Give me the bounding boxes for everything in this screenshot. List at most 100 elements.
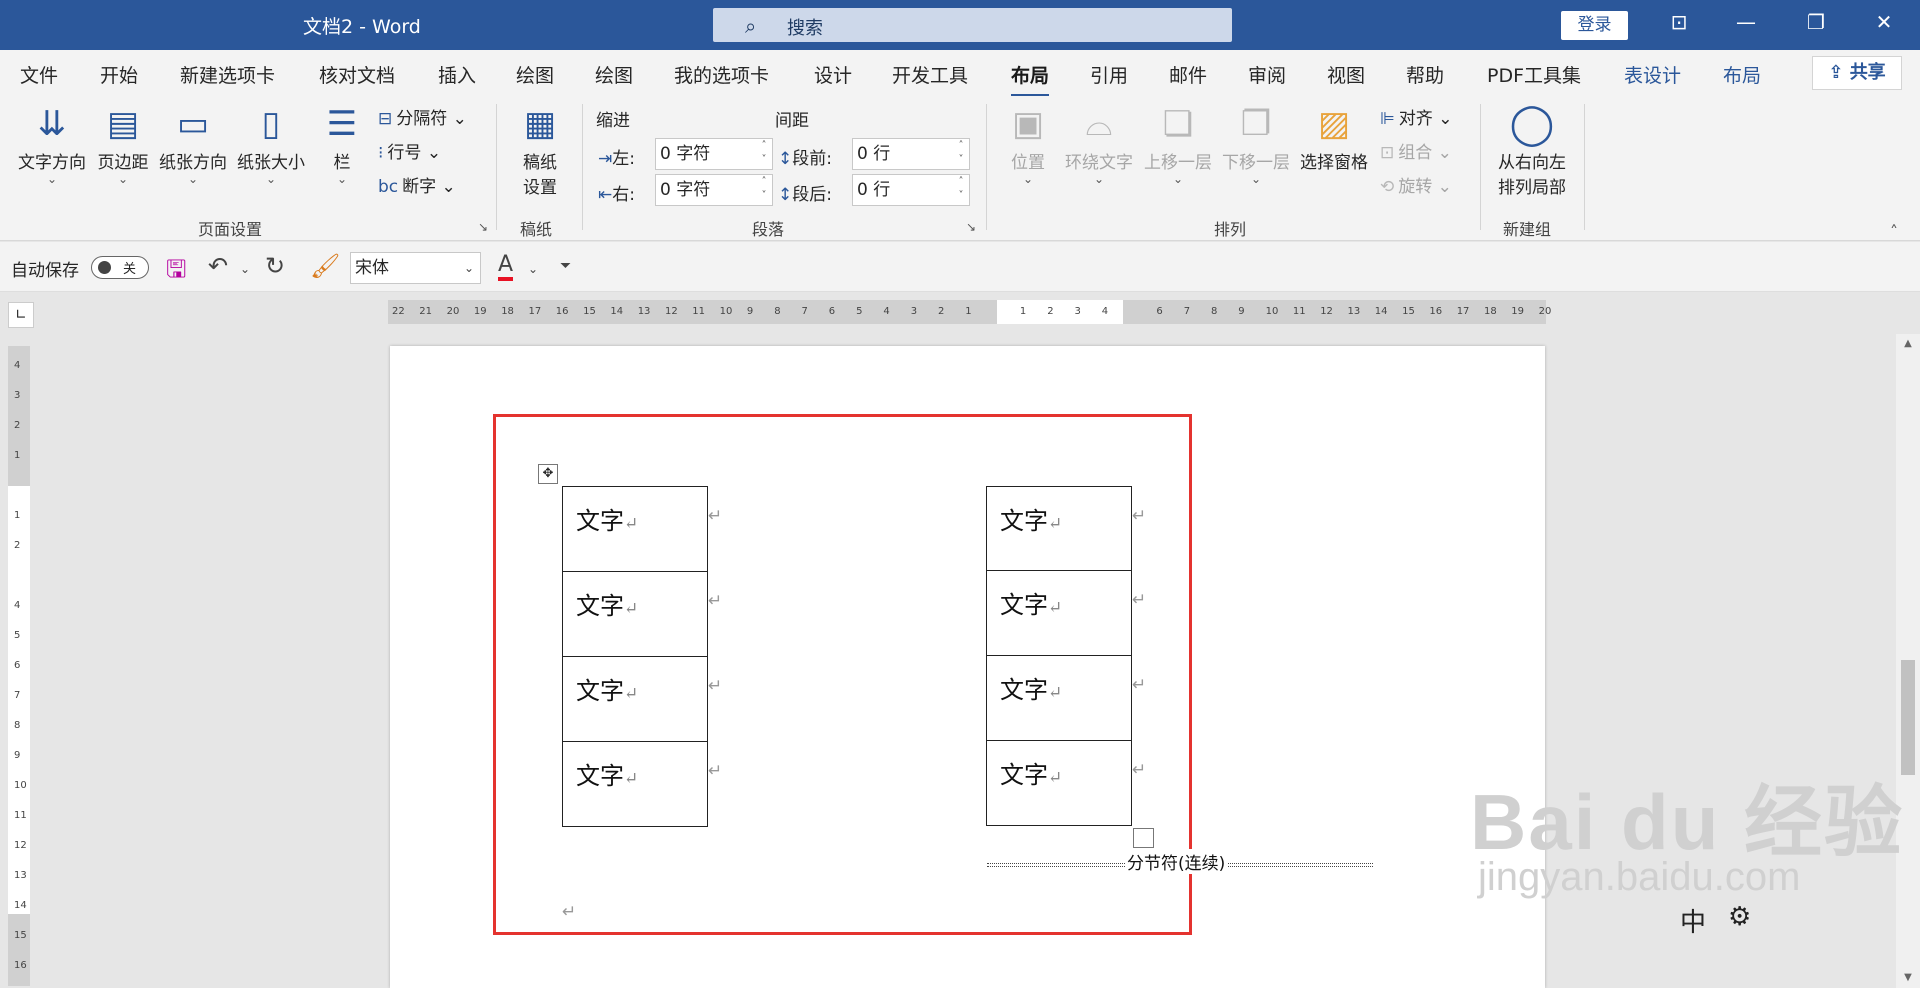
- format-painter-icon[interactable]: 🖌: [310, 252, 340, 280]
- table-cell[interactable]: 文字↵: [562, 741, 708, 827]
- tab-table-design[interactable]: 表设计: [1624, 61, 1681, 88]
- paragraph-launcher-icon[interactable]: ↘: [966, 220, 976, 234]
- table-resize-handle[interactable]: [1133, 828, 1154, 848]
- tab-developer[interactable]: 开发工具: [892, 61, 968, 88]
- breaks-button[interactable]: ⊟ 分隔符 ⌄: [378, 104, 467, 129]
- font-color-button[interactable]: A: [498, 252, 514, 281]
- tab-file[interactable]: 文件: [20, 61, 58, 88]
- tab-selector-icon[interactable]: ∟: [8, 302, 34, 328]
- tab-review[interactable]: 审阅: [1248, 61, 1286, 88]
- login-button[interactable]: 登录: [1561, 11, 1628, 40]
- tab-new[interactable]: 新建选项卡: [180, 61, 275, 88]
- spinner-icon[interactable]: ˄ ˅: [758, 139, 770, 167]
- scroll-thumb[interactable]: [1901, 660, 1915, 775]
- restore-icon[interactable]: ❐: [1800, 10, 1832, 40]
- wrap-text-icon: ⌓: [1085, 104, 1113, 144]
- align-label: 对齐: [1398, 109, 1433, 129]
- tab-proofing[interactable]: 核对文档: [319, 61, 395, 88]
- table-cell[interactable]: 文字↵: [986, 570, 1132, 656]
- columns-button[interactable]: ☰ 栏 ⌄: [320, 104, 364, 185]
- collapse-ribbon-icon[interactable]: ˄: [1890, 222, 1898, 241]
- chevron-down-icon[interactable]: ⌄: [528, 262, 538, 276]
- table-cell[interactable]: 文字↵: [562, 656, 708, 742]
- tab-draw-2[interactable]: 绘图: [595, 61, 633, 88]
- line-numbers-icon: ⁝: [378, 143, 384, 163]
- rtl-arrange-button[interactable]: ◯ 从右向左 排列局部: [1490, 104, 1574, 198]
- tab-layout[interactable]: 布局: [1011, 61, 1050, 97]
- table-cell[interactable]: 文字↵: [562, 486, 708, 572]
- table-cell[interactable]: 文字↵: [986, 740, 1132, 826]
- hyphenation-button[interactable]: bc 断字 ⌄: [378, 172, 456, 197]
- ime-mode[interactable]: 中: [1680, 902, 1706, 939]
- gear-icon[interactable]: ⚙: [1728, 902, 1751, 932]
- search-box[interactable]: ⌕ 搜索: [713, 8, 1232, 42]
- row-end-mark: ↵: [1132, 590, 1147, 610]
- manuscript-button[interactable]: ▦ 稿纸 设置: [515, 104, 565, 198]
- tab-help[interactable]: 帮助: [1406, 61, 1444, 88]
- scroll-up-icon[interactable]: ▲: [1896, 338, 1920, 349]
- tab-table-layout[interactable]: 布局: [1723, 61, 1761, 88]
- vertical-ruler[interactable]: 4 3 2 1 1 2 4 5 6 7 8 9 10 11 12 13 14 15 16: [8, 346, 30, 986]
- chevron-down-icon[interactable]: ⌄: [240, 262, 250, 276]
- send-backward-button[interactable]: ❐ 下移一层 ⌄: [1220, 104, 1292, 185]
- tab-design[interactable]: 设计: [814, 61, 852, 88]
- tab-mailings[interactable]: 邮件: [1169, 61, 1207, 88]
- rotate-button[interactable]: ⟲ 旋转 ⌄: [1380, 172, 1452, 197]
- scroll-down-icon[interactable]: ▼: [1896, 972, 1920, 983]
- bring-forward-button[interactable]: ❏ 上移一层 ⌄: [1142, 104, 1214, 185]
- section-break-label: 分节符(连续): [1125, 849, 1228, 874]
- table-cell[interactable]: 文字↵: [986, 486, 1132, 572]
- indent-left-input[interactable]: 0 字符 ˄ ˅: [655, 138, 773, 170]
- line-numbers-button[interactable]: ⁝ 行号 ⌄: [378, 138, 441, 163]
- spinner-icon[interactable]: ˄ ˅: [955, 175, 967, 203]
- orientation-button[interactable]: ▭ 纸张方向 ⌄: [156, 104, 230, 185]
- close-icon[interactable]: ✕: [1868, 10, 1900, 40]
- text-direction-button[interactable]: ⇊ 文字方向 ⌄: [14, 104, 90, 185]
- spinner-icon[interactable]: ˄ ˅: [758, 175, 770, 203]
- ruler-tick-label: 5: [14, 630, 21, 641]
- orientation-label: 纸张方向: [159, 153, 227, 173]
- margins-button[interactable]: ▤ 页边距 ⌄: [94, 104, 152, 185]
- position-label: 位置: [1011, 153, 1045, 173]
- ruler-tick-label: 20: [446, 306, 460, 317]
- rtl-label-1: 从右向左: [1498, 153, 1566, 173]
- tab-draw-1[interactable]: 绘图: [516, 61, 554, 88]
- align-button[interactable]: ⊫ 对齐 ⌄: [1380, 104, 1452, 129]
- ruler-tick-label: 1: [14, 510, 21, 521]
- redo-icon[interactable]: ↻: [265, 252, 285, 280]
- selection-pane-button[interactable]: ▨ 选择窗格: [1298, 104, 1370, 173]
- tab-view[interactable]: 视图: [1327, 61, 1365, 88]
- customize-qat-icon[interactable]: ⏷: [560, 258, 571, 274]
- share-button[interactable]: ⇪ 共享: [1812, 56, 1902, 90]
- wrap-text-button[interactable]: ⌓ 环绕文字 ⌄: [1062, 104, 1136, 185]
- size-button[interactable]: ▯ 纸张大小 ⌄: [234, 104, 308, 185]
- horizontal-ruler[interactable]: 22 21 20 19 18 17 16 15 14 13 12 11 10 9 8 7 6 5 4 3 2 1 1 2 3 4 6…: [388, 300, 1551, 324]
- indent-right-input[interactable]: 0 字符 ˄ ˅: [655, 174, 773, 206]
- ribbon-display-icon[interactable]: ⊡: [1663, 10, 1695, 40]
- spacing-before-input[interactable]: 0 行 ˄ ˅: [852, 138, 970, 170]
- minimize-icon[interactable]: —: [1730, 10, 1762, 40]
- group-button[interactable]: ⊡ 组合 ⌄: [1380, 138, 1452, 163]
- font-select[interactable]: 宋体 ⌄: [350, 252, 481, 284]
- save-icon[interactable]: 🖫: [166, 252, 186, 293]
- page-setup-launcher-icon[interactable]: ↘: [478, 220, 488, 234]
- ruler-tick-label: 7: [1183, 306, 1191, 317]
- indent-left-text: 左:: [612, 149, 635, 169]
- tab-home[interactable]: 开始: [100, 61, 138, 88]
- table-cell[interactable]: 文字↵: [986, 655, 1132, 741]
- table-cell[interactable]: 文字↵: [562, 571, 708, 657]
- position-button[interactable]: ▣ 位置 ⌄: [1004, 104, 1052, 185]
- vertical-scrollbar[interactable]: ▲ ▼: [1896, 334, 1920, 988]
- autosave-toggle[interactable]: 关: [91, 256, 149, 279]
- bring-forward-icon: ❏: [1162, 104, 1194, 144]
- tab-references[interactable]: 引用: [1090, 61, 1128, 88]
- chevron-down-icon: ⌄: [1250, 172, 1262, 186]
- undo-icon[interactable]: ↶: [208, 252, 228, 280]
- tab-insert[interactable]: 插入: [438, 61, 476, 88]
- tab-pdf[interactable]: PDF工具集: [1487, 61, 1581, 88]
- indent-right-text: 右:: [612, 185, 635, 205]
- table-move-icon[interactable]: ✥: [538, 464, 558, 484]
- spinner-icon[interactable]: ˄ ˅: [955, 139, 967, 167]
- tab-my[interactable]: 我的选项卡: [674, 61, 769, 88]
- spacing-after-input[interactable]: 0 行 ˄ ˅: [852, 174, 970, 206]
